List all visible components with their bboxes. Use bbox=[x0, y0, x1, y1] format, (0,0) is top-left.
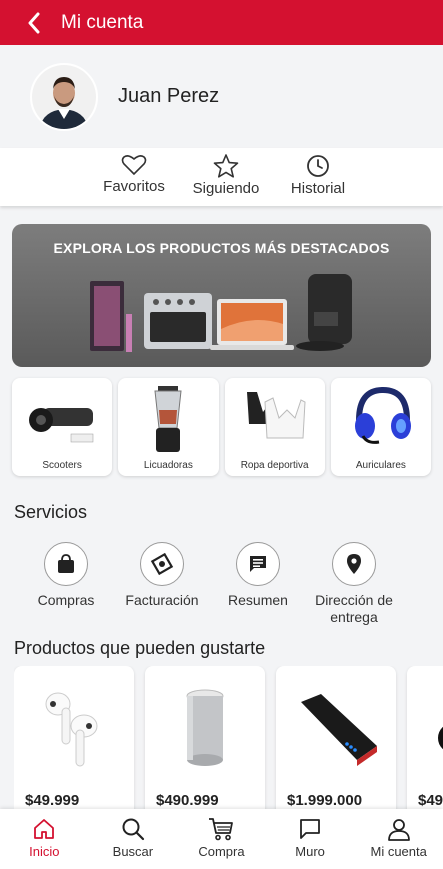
product-price: $49 bbox=[418, 792, 443, 809]
speaker-icon bbox=[186, 689, 224, 766]
tab-label: Inicio bbox=[29, 844, 60, 859]
clock-icon bbox=[307, 155, 329, 177]
cart-icon bbox=[209, 818, 234, 841]
tab-home[interactable]: Inicio bbox=[0, 809, 89, 869]
tab-wall[interactable]: Muro bbox=[266, 809, 355, 869]
product-icon bbox=[438, 726, 443, 750]
power-bank-icon bbox=[301, 694, 377, 766]
favorites-button[interactable]: Favoritos bbox=[88, 148, 180, 206]
history-label: Historial bbox=[290, 180, 346, 197]
following-button[interactable]: Siguiendo bbox=[180, 148, 272, 206]
product-card[interactable]: $1.999.000 bbox=[276, 666, 396, 811]
service-label: Facturación bbox=[125, 592, 199, 608]
service-label: Compras bbox=[37, 592, 95, 608]
tab-label: Buscar bbox=[112, 844, 154, 859]
service-billing[interactable]: Facturación bbox=[114, 542, 210, 626]
home-icon bbox=[34, 819, 55, 839]
category-label: Auriculares bbox=[355, 460, 406, 471]
category-blenders[interactable]: Licuadoras bbox=[118, 378, 219, 476]
tab-label: Muro bbox=[295, 844, 325, 859]
product-card[interactable]: $490.999 bbox=[145, 666, 265, 811]
profile-section: Juan Perez bbox=[0, 45, 443, 148]
page-title: Mi cuenta bbox=[61, 11, 144, 33]
tab-label: Compra bbox=[198, 844, 245, 859]
featured-banner[interactable]: EXPLORA LOS PRODUCTOS MÁS DESTACADOS bbox=[12, 224, 431, 367]
star-icon bbox=[213, 154, 239, 178]
user-icon bbox=[387, 819, 410, 841]
product-price: $490.999 bbox=[156, 792, 219, 809]
featured-products-image bbox=[90, 274, 352, 352]
location-pin-icon bbox=[347, 554, 361, 574]
search-icon bbox=[122, 818, 144, 841]
chat-icon bbox=[300, 819, 320, 839]
tab-cart[interactable]: Compra bbox=[177, 809, 266, 869]
services-list: Compras Facturación Resumen Dirección de… bbox=[18, 542, 428, 626]
invoice-icon bbox=[150, 552, 174, 576]
earbuds-icon bbox=[45, 692, 98, 767]
heart-icon bbox=[121, 155, 147, 176]
top-bar: Mi cuenta bbox=[0, 0, 443, 45]
service-delivery-address[interactable]: Dirección de entrega bbox=[306, 542, 402, 626]
service-label: Dirección de entrega bbox=[315, 592, 393, 625]
services-title: Servicios bbox=[14, 502, 88, 522]
avatar[interactable] bbox=[30, 62, 98, 131]
headset-icon bbox=[354, 386, 411, 444]
service-purchases[interactable]: Compras bbox=[18, 542, 114, 626]
sports-bra-icon bbox=[246, 392, 306, 439]
recommended-products: $49.999 $490.999 $1.999.000 $49 bbox=[14, 666, 443, 811]
product-card[interactable]: $49.999 bbox=[14, 666, 134, 811]
tab-search[interactable]: Buscar bbox=[89, 809, 178, 869]
product-card[interactable]: $49 bbox=[407, 666, 443, 811]
category-list: Scooters Licuadoras Ropa deportiva Auric… bbox=[12, 378, 431, 476]
category-sportswear[interactable]: Ropa deportiva bbox=[224, 378, 325, 476]
tab-label: Mi cuenta bbox=[370, 844, 427, 859]
category-headphones[interactable]: Auriculares bbox=[330, 378, 431, 476]
tab-my-account[interactable]: Mi cuenta bbox=[354, 809, 443, 869]
category-label: Licuadoras bbox=[143, 460, 193, 471]
quick-actions: Favoritos Siguiendo Historial bbox=[0, 148, 443, 206]
back-icon[interactable] bbox=[22, 11, 46, 35]
hoverboard-icon bbox=[29, 408, 94, 443]
category-label: Scooters bbox=[42, 460, 82, 471]
following-label: Siguiendo bbox=[192, 180, 260, 197]
blender-icon bbox=[154, 386, 182, 452]
profile-name: Juan Perez bbox=[118, 85, 220, 107]
category-scooters[interactable]: Scooters bbox=[12, 378, 113, 476]
bottom-tab-bar: Inicio Buscar Compra Muro Mi cuenta bbox=[0, 809, 443, 869]
history-button[interactable]: Historial bbox=[272, 148, 364, 206]
product-price: $49.999 bbox=[25, 792, 80, 809]
category-label: Ropa deportiva bbox=[240, 460, 309, 471]
shopping-bag-icon bbox=[58, 554, 74, 573]
message-icon bbox=[250, 556, 266, 572]
product-price: $1.999.000 bbox=[287, 792, 363, 809]
service-summary[interactable]: Resumen bbox=[210, 542, 306, 626]
recommended-title: Productos que pueden gustarte bbox=[14, 638, 266, 658]
service-label: Resumen bbox=[228, 592, 288, 608]
favorites-label: Favoritos bbox=[103, 178, 165, 195]
